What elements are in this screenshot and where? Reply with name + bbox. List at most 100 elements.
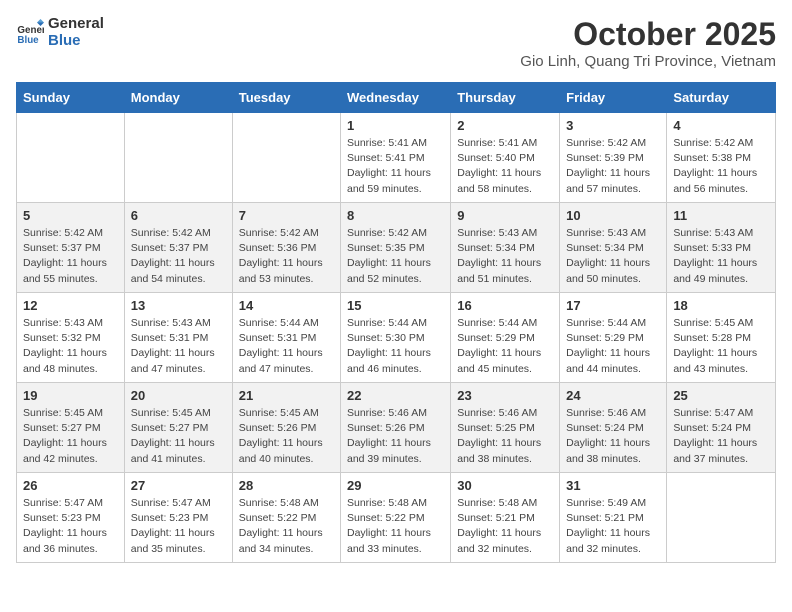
calendar-cell: 11Sunrise: 5:43 AM Sunset: 5:33 PM Dayli… [667, 203, 776, 293]
calendar-week-row: 1Sunrise: 5:41 AM Sunset: 5:41 PM Daylig… [17, 113, 776, 203]
day-info: Sunrise: 5:44 AM Sunset: 5:29 PM Dayligh… [566, 316, 660, 377]
day-info: Sunrise: 5:48 AM Sunset: 5:22 PM Dayligh… [347, 496, 444, 557]
day-info: Sunrise: 5:43 AM Sunset: 5:32 PM Dayligh… [23, 316, 118, 377]
day-info: Sunrise: 5:44 AM Sunset: 5:30 PM Dayligh… [347, 316, 444, 377]
calendar-cell: 25Sunrise: 5:47 AM Sunset: 5:24 PM Dayli… [667, 383, 776, 473]
calendar-cell: 3 Sunrise: 5:42 AM Sunset: 5:39 PM Daylig… [560, 113, 667, 203]
day-info: Sunrise: 5:46 AM Sunset: 5:26 PM Dayligh… [347, 406, 444, 467]
calendar-cell: 21 Sunrise: 5:45 AM Sunset: 5:26 PM Dayli… [232, 383, 340, 473]
page-header: General Blue General Blue October 2025 G… [16, 16, 776, 70]
day-number: 23 [457, 388, 553, 403]
day-number: 20 [131, 388, 226, 403]
calendar-cell: 5Sunrise: 5:42 AM Sunset: 5:37 PM Daylig… [17, 203, 125, 293]
calendar-cell [232, 113, 340, 203]
calendar-week-row: 12Sunrise: 5:43 AM Sunset: 5:32 PM Dayli… [17, 293, 776, 383]
day-number: 7 [239, 208, 334, 223]
day-number: 4 [673, 118, 769, 133]
weekday-header-friday: Friday [560, 83, 667, 113]
day-number: 3 [566, 118, 660, 133]
day-number: 25 [673, 388, 769, 403]
day-number: 22 [347, 388, 444, 403]
day-number: 21 [239, 388, 334, 403]
day-info: Sunrise: 5:47 AM Sunset: 5:23 PM Dayligh… [131, 496, 226, 557]
day-number: 15 [347, 298, 444, 313]
weekday-header-saturday: Saturday [667, 83, 776, 113]
calendar-cell: 23 Sunrise: 5:46 AM Sunset: 5:25 PM Dayli… [451, 383, 560, 473]
day-number: 14 [239, 298, 334, 313]
day-info: Sunrise: 5:43 AM Sunset: 5:34 PM Dayligh… [457, 226, 553, 287]
day-number: 31 [566, 478, 660, 493]
calendar-cell: 8 Sunrise: 5:42 AM Sunset: 5:35 PM Daylig… [341, 203, 451, 293]
weekday-header-sunday: Sunday [17, 83, 125, 113]
calendar-cell: 4 Sunrise: 5:42 AM Sunset: 5:38 PM Daylig… [667, 113, 776, 203]
day-number: 2 [457, 118, 553, 133]
day-info: Sunrise: 5:42 AM Sunset: 5:37 PM Dayligh… [131, 226, 226, 287]
day-info: Sunrise: 5:42 AM Sunset: 5:35 PM Dayligh… [347, 226, 444, 287]
calendar-cell: 26Sunrise: 5:47 AM Sunset: 5:23 PM Dayli… [17, 473, 125, 563]
day-number: 24 [566, 388, 660, 403]
calendar-cell: 13 Sunrise: 5:43 AM Sunset: 5:31 PM Dayli… [124, 293, 232, 383]
calendar-cell [667, 473, 776, 563]
calendar-cell: 7 Sunrise: 5:42 AM Sunset: 5:36 PM Daylig… [232, 203, 340, 293]
day-info: Sunrise: 5:49 AM Sunset: 5:21 PM Dayligh… [566, 496, 660, 557]
day-number: 6 [131, 208, 226, 223]
day-info: Sunrise: 5:42 AM Sunset: 5:36 PM Dayligh… [239, 226, 334, 287]
day-number: 13 [131, 298, 226, 313]
svg-text:Blue: Blue [17, 34, 39, 45]
day-info: Sunrise: 5:46 AM Sunset: 5:24 PM Dayligh… [566, 406, 660, 467]
day-number: 27 [131, 478, 226, 493]
calendar-cell: 2 Sunrise: 5:41 AM Sunset: 5:40 PM Daylig… [451, 113, 560, 203]
day-info: Sunrise: 5:42 AM Sunset: 5:39 PM Dayligh… [566, 136, 660, 197]
calendar-week-row: 5 Sunrise: 5:42 AM Sunset: 5:37 PM Daylig… [17, 203, 776, 293]
calendar-cell: 14Sunrise: 5:44 AM Sunset: 5:31 PM Dayli… [232, 293, 340, 383]
day-number: 8 [347, 208, 444, 223]
day-number: 19 [23, 388, 118, 403]
calendar-cell: 1Sunrise: 5:41 AM Sunset: 5:41 PM Daylig… [341, 113, 451, 203]
day-info: Sunrise: 5:48 AM Sunset: 5:21 PM Dayligh… [457, 496, 553, 557]
day-number: 28 [239, 478, 334, 493]
weekday-header-monday: Monday [124, 83, 232, 113]
calendar-cell: 17 Sunrise: 5:44 AM Sunset: 5:29 PM Dayli… [560, 293, 667, 383]
calendar-cell: 18Sunrise: 5:45 AM Sunset: 5:28 PM Dayli… [667, 293, 776, 383]
calendar-cell [124, 113, 232, 203]
calendar-cell: 28 Sunrise: 5:48 AM Sunset: 5:22 PM Dayli… [232, 473, 340, 563]
day-info: Sunrise: 5:44 AM Sunset: 5:29 PM Dayligh… [457, 316, 553, 377]
calendar-cell: 10Sunrise: 5:43 AM Sunset: 5:34 PM Dayli… [560, 203, 667, 293]
calendar-table: SundayMondayTuesdayWednesdayThursdayFrid… [16, 82, 776, 563]
day-info: Sunrise: 5:43 AM Sunset: 5:31 PM Dayligh… [131, 316, 226, 377]
calendar-cell: 19 Sunrise: 5:45 AM Sunset: 5:27 PM Dayli… [17, 383, 125, 473]
month-title: October 2025 [520, 16, 776, 53]
calendar-cell: 6 Sunrise: 5:42 AM Sunset: 5:37 PM Daylig… [124, 203, 232, 293]
day-number: 10 [566, 208, 660, 223]
calendar-cell: 16Sunrise: 5:44 AM Sunset: 5:29 PM Dayli… [451, 293, 560, 383]
calendar-cell: 12Sunrise: 5:43 AM Sunset: 5:32 PM Dayli… [17, 293, 125, 383]
day-number: 30 [457, 478, 553, 493]
day-number: 17 [566, 298, 660, 313]
day-info: Sunrise: 5:41 AM Sunset: 5:40 PM Dayligh… [457, 136, 553, 197]
day-number: 11 [673, 208, 769, 223]
weekday-header-wednesday: Wednesday [341, 83, 451, 113]
day-info: Sunrise: 5:45 AM Sunset: 5:26 PM Dayligh… [239, 406, 334, 467]
day-info: Sunrise: 5:41 AM Sunset: 5:41 PM Dayligh… [347, 136, 444, 197]
calendar-cell: 29Sunrise: 5:48 AM Sunset: 5:22 PM Dayli… [341, 473, 451, 563]
day-info: Sunrise: 5:46 AM Sunset: 5:25 PM Dayligh… [457, 406, 553, 467]
calendar-header-row: SundayMondayTuesdayWednesdayThursdayFrid… [17, 83, 776, 113]
day-info: Sunrise: 5:45 AM Sunset: 5:27 PM Dayligh… [23, 406, 118, 467]
day-info: Sunrise: 5:45 AM Sunset: 5:28 PM Dayligh… [673, 316, 769, 377]
day-info: Sunrise: 5:48 AM Sunset: 5:22 PM Dayligh… [239, 496, 334, 557]
logo-icon: General Blue [16, 19, 44, 47]
day-number: 9 [457, 208, 553, 223]
day-number: 5 [23, 208, 118, 223]
calendar-cell: 31 Sunrise: 5:49 AM Sunset: 5:21 PM Dayli… [560, 473, 667, 563]
day-info: Sunrise: 5:45 AM Sunset: 5:27 PM Dayligh… [131, 406, 226, 467]
logo-general: General [48, 16, 104, 33]
day-info: Sunrise: 5:47 AM Sunset: 5:23 PM Dayligh… [23, 496, 118, 557]
calendar-cell: 9 Sunrise: 5:43 AM Sunset: 5:34 PM Daylig… [451, 203, 560, 293]
logo: General Blue General Blue [16, 16, 104, 49]
calendar-week-row: 19 Sunrise: 5:45 AM Sunset: 5:27 PM Dayli… [17, 383, 776, 473]
day-info: Sunrise: 5:42 AM Sunset: 5:38 PM Dayligh… [673, 136, 769, 197]
calendar-cell: 24 Sunrise: 5:46 AM Sunset: 5:24 PM Dayli… [560, 383, 667, 473]
calendar-cell: 15 Sunrise: 5:44 AM Sunset: 5:30 PM Dayli… [341, 293, 451, 383]
calendar-cell [17, 113, 125, 203]
weekday-header-tuesday: Tuesday [232, 83, 340, 113]
